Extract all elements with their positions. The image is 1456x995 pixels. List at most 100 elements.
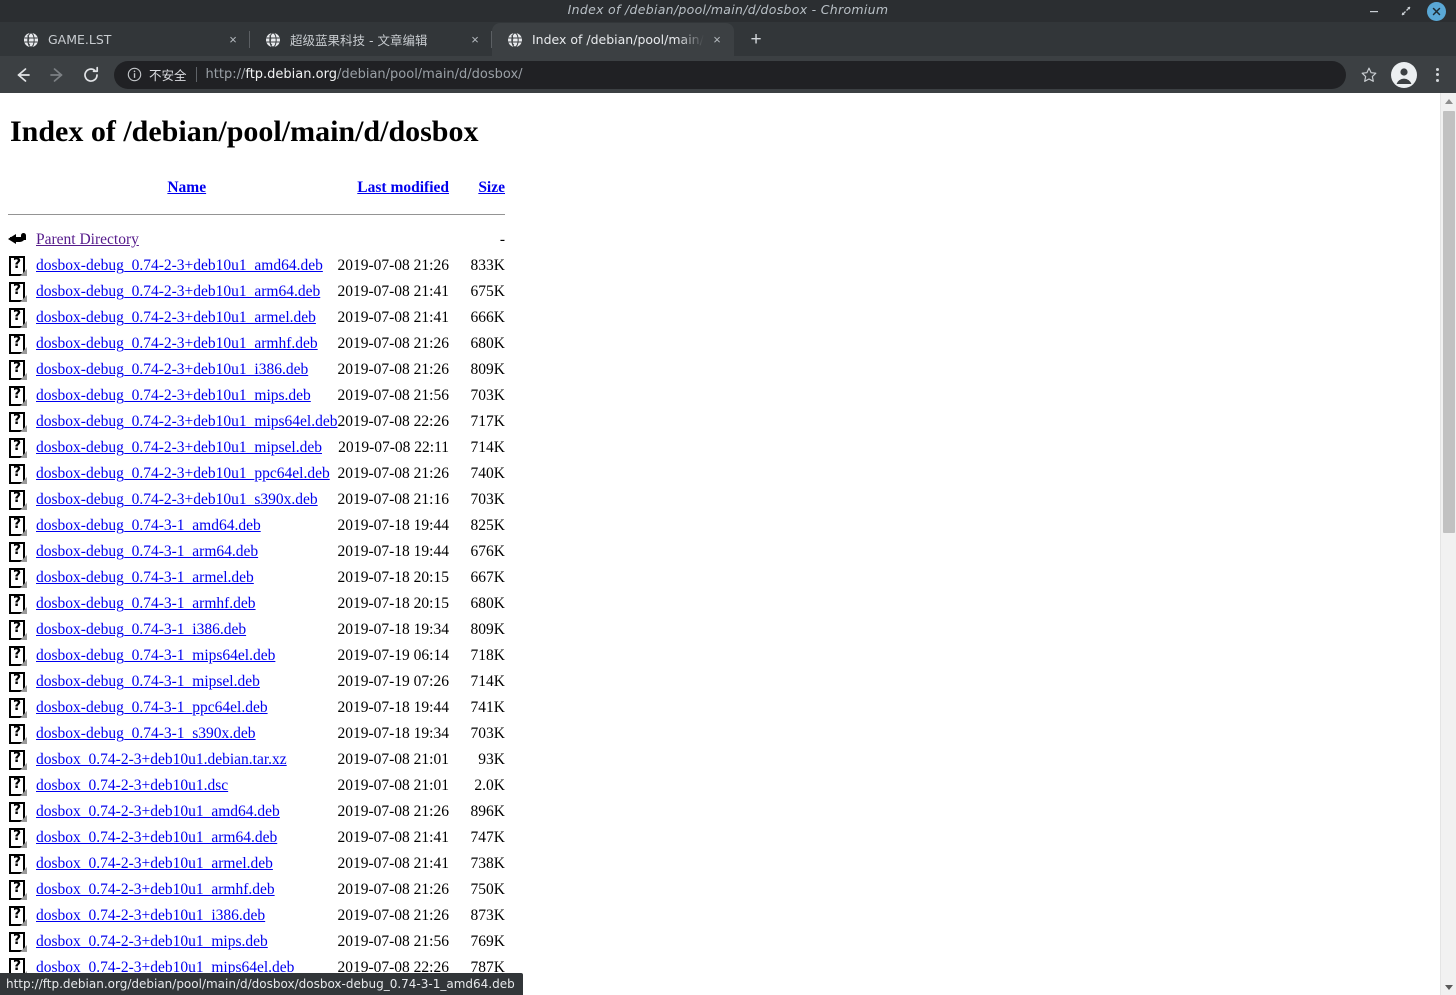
file-link[interactable]: dosbox-debug_0.74-2-3+deb10u1_armhf.deb [36, 335, 318, 352]
listing-row[interactable]: ? dosbox_0.74-2-3+deb10u1_amd64.deb 2019-0… [8, 799, 505, 825]
parent-directory-link[interactable]: Parent Directory [36, 231, 139, 248]
row-icon-cell: ? [8, 253, 36, 279]
row-icon-cell: ? [8, 773, 36, 799]
sort-by-size-link[interactable]: Size [478, 179, 505, 196]
row-size-cell: 703K [470, 387, 505, 404]
listing-row[interactable]: ? dosbox-debug_0.74-2-3+deb10u1_i386.deb 2… [8, 357, 505, 383]
info-circle-icon[interactable] [126, 67, 142, 83]
listing-row[interactable]: ? dosbox-debug_0.74-2-3+deb10u1_mipsel.de… [8, 435, 505, 461]
parent-directory-row[interactable]: Parent Directory - [8, 227, 505, 253]
file-link[interactable]: dosbox-debug_0.74-2-3+deb10u1_arm64.deb [36, 283, 320, 300]
file-link[interactable]: dosbox_0.74-2-3+deb10u1_i386.deb [36, 907, 265, 924]
file-link[interactable]: dosbox-debug_0.74-3-1_arm64.deb [36, 543, 258, 560]
file-link[interactable]: dosbox_0.74-2-3+deb10u1_mips.deb [36, 933, 268, 950]
listing-row[interactable]: ? dosbox-debug_0.74-3-1_amd64.deb 2019-07-… [8, 513, 505, 539]
file-link[interactable]: dosbox-debug_0.74-3-1_ppc64el.deb [36, 699, 268, 716]
row-name-cell: dosbox-debug_0.74-3-1_i386.deb [36, 617, 337, 643]
back-button[interactable] [6, 58, 40, 92]
scrollbar-thumb[interactable] [1443, 111, 1455, 533]
row-modified-cell: 2019-07-18 20:15 [337, 569, 449, 586]
listing-row[interactable]: ? dosbox_0.74-2-3+deb10u1.debian.tar.xz 20… [8, 747, 505, 773]
listing-row[interactable]: ? dosbox-debug_0.74-3-1_i386.deb 2019-07-1… [8, 617, 505, 643]
file-link[interactable]: dosbox-debug_0.74-2-3+deb10u1_mips64el.d… [36, 413, 337, 430]
scroll-down-arrow-icon[interactable] [1441, 979, 1456, 995]
listing-row[interactable]: ? dosbox_0.74-2-3+deb10u1_arm64.deb 2019-0… [8, 825, 505, 851]
row-size-cell: 667K [470, 569, 505, 586]
tab-blue-fruit-article-editor[interactable]: 超级蓝果科技 - 文章编辑 × [250, 23, 492, 56]
row-name-cell: dosbox-debug_0.74-2-3+deb10u1_armhf.deb [36, 331, 337, 357]
listing-row[interactable]: ? dosbox_0.74-2-3+deb10u1_i386.deb 2019-07… [8, 903, 505, 929]
minimize-button[interactable] [1363, 2, 1385, 20]
listing-row[interactable]: ? dosbox-debug_0.74-2-3+deb10u1_armhf.deb… [8, 331, 505, 357]
listing-header: Name Last modified Size [8, 175, 505, 227]
scroll-up-arrow-icon[interactable] [1441, 93, 1456, 109]
listing-row[interactable]: ? dosbox-debug_0.74-3-1_mips64el.deb 2019-… [8, 643, 505, 669]
profile-avatar[interactable] [1391, 61, 1417, 88]
listing-row[interactable]: ? dosbox-debug_0.74-2-3+deb10u1_amd64.deb… [8, 253, 505, 279]
row-size-cell: 809K [470, 621, 505, 638]
listing-row[interactable]: ? dosbox-debug_0.74-3-1_arm64.deb 2019-07-… [8, 539, 505, 565]
listing-row[interactable]: ? dosbox-debug_0.74-2-3+deb10u1_ppc64el.d… [8, 461, 505, 487]
address-bar[interactable]: 不安全 http://ftp.debian.org/debian/pool/ma… [114, 60, 1346, 89]
listing-row[interactable]: ? dosbox-debug_0.74-3-1_armel.deb 2019-07-… [8, 565, 505, 591]
directory-index-page: Index of /debian/pool/main/d/dosbox Name… [0, 93, 1440, 995]
file-link[interactable]: dosbox_0.74-2-3+deb10u1_arm64.deb [36, 829, 277, 846]
file-link[interactable]: dosbox-debug_0.74-2-3+deb10u1_amd64.deb [36, 257, 323, 274]
unknown-file-icon: ? [8, 567, 28, 589]
file-link[interactable]: dosbox_0.74-2-3+deb10u1_armel.deb [36, 855, 273, 872]
listing-row[interactable]: ? dosbox-debug_0.74-3-1_mipsel.deb 2019-07… [8, 669, 505, 695]
file-link[interactable]: dosbox_0.74-2-3+deb10u1_amd64.deb [36, 803, 280, 820]
tab-close-button[interactable]: × [466, 31, 484, 49]
file-link[interactable]: dosbox-debug_0.74-3-1_i386.deb [36, 621, 246, 638]
menu-dot [1435, 67, 1439, 71]
tab-close-button[interactable]: × [224, 31, 242, 49]
file-link[interactable]: dosbox-debug_0.74-3-1_armhf.deb [36, 595, 256, 612]
sort-by-date-link[interactable]: Last modified [357, 179, 449, 196]
close-window-button[interactable] [1427, 1, 1446, 21]
more-vertical-icon[interactable] [1424, 60, 1450, 90]
row-size-cell: 738K [470, 855, 505, 872]
file-link[interactable]: dosbox-debug_0.74-3-1_mips64el.deb [36, 647, 275, 664]
bookmark-star-icon[interactable] [1354, 60, 1384, 90]
file-link[interactable]: dosbox-debug_0.74-2-3+deb10u1_armel.deb [36, 309, 316, 326]
listing-row[interactable]: ? dosbox-debug_0.74-2-3+deb10u1_mips.deb 2… [8, 383, 505, 409]
file-link[interactable]: dosbox-debug_0.74-2-3+deb10u1_ppc64el.de… [36, 465, 330, 482]
tab-close-button[interactable]: × [708, 31, 726, 49]
listing-row[interactable]: ? dosbox_0.74-2-3+deb10u1.dsc 2019-07-08 2… [8, 773, 505, 799]
new-tab-button[interactable]: + [742, 25, 770, 53]
file-corner-fold [20, 815, 27, 823]
maximize-restore-button[interactable] [1395, 2, 1417, 20]
reload-button[interactable] [74, 58, 108, 92]
listing-row[interactable]: ? dosbox-debug_0.74-3-1_ppc64el.deb 2019-0… [8, 695, 505, 721]
listing-row[interactable]: ? dosbox-debug_0.74-2-3+deb10u1_arm64.deb… [8, 279, 505, 305]
listing-row[interactable]: ? dosbox_0.74-2-3+deb10u1_armhf.deb 2019-0… [8, 877, 505, 903]
file-link[interactable]: dosbox-debug_0.74-3-1_mipsel.deb [36, 673, 260, 690]
file-link[interactable]: dosbox-debug_0.74-2-3+deb10u1_mipsel.deb [36, 439, 322, 456]
forward-button[interactable] [40, 58, 74, 92]
file-link[interactable]: dosbox-debug_0.74-3-1_amd64.deb [36, 517, 261, 534]
sort-by-name-link[interactable]: Name [167, 179, 206, 196]
horizontal-rule [8, 213, 505, 215]
unknown-file-icon: ? [8, 281, 28, 303]
listing-row[interactable]: ? dosbox-debug_0.74-2-3+deb10u1_mips64el.… [8, 409, 505, 435]
unknown-file-icon: ? [8, 385, 28, 407]
listing-row[interactable]: ? dosbox-debug_0.74-2-3+deb10u1_armel.deb… [8, 305, 505, 331]
file-link[interactable]: dosbox-debug_0.74-2-3+deb10u1_mips.deb [36, 387, 311, 404]
file-link[interactable]: dosbox_0.74-2-3+deb10u1.debian.tar.xz [36, 751, 287, 768]
file-link[interactable]: dosbox-debug_0.74-3-1_armel.deb [36, 569, 254, 586]
vertical-scrollbar[interactable] [1440, 93, 1456, 995]
row-size-cell: 93K [478, 751, 505, 768]
tab-game-lst[interactable]: GAME.LST × [8, 23, 250, 56]
file-link[interactable]: dosbox-debug_0.74-2-3+deb10u1_s390x.deb [36, 491, 318, 508]
unknown-file-icon: ? [8, 697, 28, 719]
file-link[interactable]: dosbox_0.74-2-3+deb10u1.dsc [36, 777, 228, 794]
file-link[interactable]: dosbox-debug_0.74-2-3+deb10u1_i386.deb [36, 361, 308, 378]
listing-row[interactable]: ? dosbox-debug_0.74-2-3+deb10u1_s390x.deb… [8, 487, 505, 513]
listing-row[interactable]: ? dosbox-debug_0.74-3-1_armhf.deb 2019-07-… [8, 591, 505, 617]
listing-row[interactable]: ? dosbox_0.74-2-3+deb10u1_armel.deb 2019-0… [8, 851, 505, 877]
file-link[interactable]: dosbox_0.74-2-3+deb10u1_armhf.deb [36, 881, 275, 898]
listing-row[interactable]: ? dosbox-debug_0.74-3-1_s390x.deb 2019-07-… [8, 721, 505, 747]
listing-row[interactable]: ? dosbox_0.74-2-3+deb10u1_mips.deb 2019-07… [8, 929, 505, 955]
tab-index-of-dosbox[interactable]: Index of /debian/pool/main/d × [492, 23, 734, 56]
file-link[interactable]: dosbox-debug_0.74-3-1_s390x.deb [36, 725, 256, 742]
